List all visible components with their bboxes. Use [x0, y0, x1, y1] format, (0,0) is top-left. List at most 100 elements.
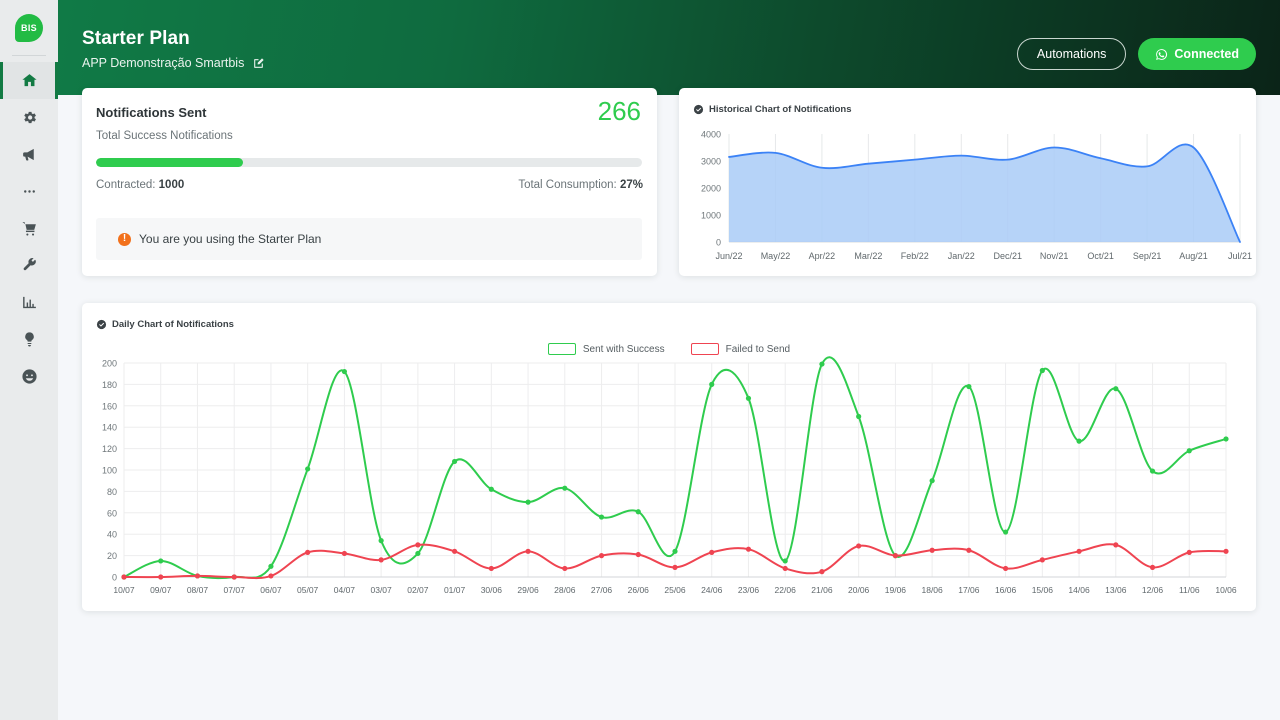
svg-text:12/06: 12/06 [1142, 585, 1164, 595]
check-circle-icon [96, 319, 107, 330]
dashboard-page: BIS Starter Plan APP Demonstração Smartb… [0, 0, 1280, 720]
svg-text:Dec/21: Dec/21 [993, 251, 1022, 261]
svg-text:02/07: 02/07 [407, 585, 429, 595]
contracted-caption: Contracted: [96, 179, 156, 191]
svg-text:Jun/22: Jun/22 [715, 251, 742, 261]
warning-icon: ! [118, 232, 131, 246]
svg-text:16/06: 16/06 [995, 585, 1017, 595]
logo-text: BIS [21, 23, 37, 33]
svg-text:Apr/22: Apr/22 [809, 251, 836, 261]
sidebar-divider [12, 55, 46, 56]
svg-text:26/06: 26/06 [628, 585, 650, 595]
notifications-card-title: Notifications Sent [96, 105, 207, 120]
svg-text:04/07: 04/07 [334, 585, 356, 595]
gear-icon [23, 111, 36, 124]
svg-text:200: 200 [102, 359, 117, 369]
svg-text:20: 20 [107, 551, 117, 561]
svg-text:15/06: 15/06 [1032, 585, 1054, 595]
svg-text:1000: 1000 [701, 211, 721, 221]
plan-alert-text: You are you using the Starter Plan [139, 232, 322, 246]
sidebar-item-tools[interactable] [0, 247, 58, 284]
svg-text:10/06: 10/06 [1215, 585, 1237, 595]
historical-chart-card: Historical Chart of Notifications 0 1000 2… [679, 88, 1256, 276]
cart-icon [21, 222, 36, 236]
svg-text:10/07: 10/07 [113, 585, 135, 595]
svg-text:Jan/22: Jan/22 [948, 251, 975, 261]
svg-text:4000: 4000 [701, 130, 721, 140]
smiley-icon [21, 369, 37, 384]
svg-text:140: 140 [102, 423, 117, 433]
svg-text:Sep/21: Sep/21 [1133, 251, 1162, 261]
svg-text:24/06: 24/06 [701, 585, 723, 595]
svg-text:22/06: 22/06 [775, 585, 797, 595]
svg-text:19/06: 19/06 [885, 585, 907, 595]
svg-text:0: 0 [716, 238, 721, 248]
consumption-progress-fill [96, 158, 244, 167]
connected-label: Connected [1174, 47, 1239, 61]
header-subtitle-row: APP Demonstração Smartbis [82, 56, 265, 70]
svg-text:06/07: 06/07 [260, 585, 282, 595]
svg-text:100: 100 [102, 466, 117, 476]
daily-chart[interactable]: 0 20 40 60 80 100 120 140 160 180 200 10/07 09/07 08/… [82, 349, 1256, 609]
svg-text:14/06: 14/06 [1068, 585, 1090, 595]
historical-card-title: Historical Chart of Notifications [709, 104, 852, 115]
svg-text:40: 40 [107, 530, 117, 540]
sidebar-item-more[interactable] [0, 173, 58, 210]
edit-square-icon[interactable] [252, 57, 265, 70]
sidebar-item-support[interactable] [0, 358, 58, 395]
page-title: Starter Plan [82, 28, 190, 49]
svg-text:20/06: 20/06 [848, 585, 870, 595]
sidebar-item-home[interactable] [0, 62, 58, 99]
svg-text:18/06: 18/06 [921, 585, 943, 595]
lightbulb-icon [24, 332, 34, 347]
svg-text:05/07: 05/07 [297, 585, 319, 595]
svg-text:Jul/21: Jul/21 [1228, 251, 1252, 261]
consumption-progress-bar [96, 158, 642, 167]
svg-text:28/06: 28/06 [554, 585, 576, 595]
svg-text:30/06: 30/06 [481, 585, 503, 595]
connected-button[interactable]: Connected [1138, 38, 1256, 70]
svg-text:80: 80 [107, 487, 117, 497]
consumption-caption: Total Consumption: [518, 179, 617, 191]
consumption-value: 27% [619, 179, 643, 191]
svg-text:09/07: 09/07 [150, 585, 172, 595]
check-circle-icon [693, 104, 704, 115]
sidebar-item-reports[interactable] [0, 284, 58, 321]
svg-text:17/06: 17/06 [958, 585, 980, 595]
svg-text:3000: 3000 [701, 157, 721, 167]
historical-chart[interactable]: 0 1000 2000 3000 4000 Jun/22 May/22 Apr/22 Mar/2… [679, 126, 1256, 274]
sidebar: BIS [0, 0, 58, 720]
svg-text:25/06: 25/06 [664, 585, 686, 595]
daily-chart-card: Daily Chart of Notifications Sent with S… [82, 303, 1256, 611]
plan-alert-box: ! You are you using the Starter Plan [96, 218, 642, 260]
historical-card-header: Historical Chart of Notifications [693, 104, 852, 115]
svg-text:Aug/21: Aug/21 [1179, 251, 1208, 261]
sidebar-item-campaigns[interactable] [0, 136, 58, 173]
wrench-icon [23, 258, 36, 271]
svg-text:27/06: 27/06 [591, 585, 613, 595]
app-logo[interactable]: BIS [15, 14, 43, 42]
sidebar-item-store[interactable] [0, 210, 58, 247]
svg-text:03/07: 03/07 [370, 585, 392, 595]
svg-text:60: 60 [107, 508, 117, 518]
svg-text:13/06: 13/06 [1105, 585, 1127, 595]
svg-text:160: 160 [102, 401, 117, 411]
svg-text:Mar/22: Mar/22 [854, 251, 882, 261]
whatsapp-icon [1156, 48, 1168, 60]
home-icon [21, 74, 37, 87]
svg-text:29/06: 29/06 [517, 585, 539, 595]
sidebar-item-settings[interactable] [0, 99, 58, 136]
page-header: Starter Plan APP Demonstração Smartbis A… [58, 0, 1280, 95]
svg-text:May/22: May/22 [761, 251, 791, 261]
svg-text:23/06: 23/06 [738, 585, 760, 595]
automations-button[interactable]: Automations [1016, 38, 1127, 70]
notifications-card-subtitle: Total Success Notifications [96, 130, 233, 142]
notifications-count: 266 [597, 96, 641, 126]
bar-chart-icon [22, 296, 36, 309]
sidebar-item-ideas[interactable] [0, 321, 58, 358]
header-actions: Automations Connected [1016, 38, 1256, 70]
notifications-sent-card: Notifications Sent 266 Total Success Not… [82, 88, 657, 276]
svg-text:Oct/21: Oct/21 [1087, 251, 1114, 261]
svg-text:2000: 2000 [701, 184, 721, 194]
svg-text:11/06: 11/06 [1179, 585, 1200, 595]
